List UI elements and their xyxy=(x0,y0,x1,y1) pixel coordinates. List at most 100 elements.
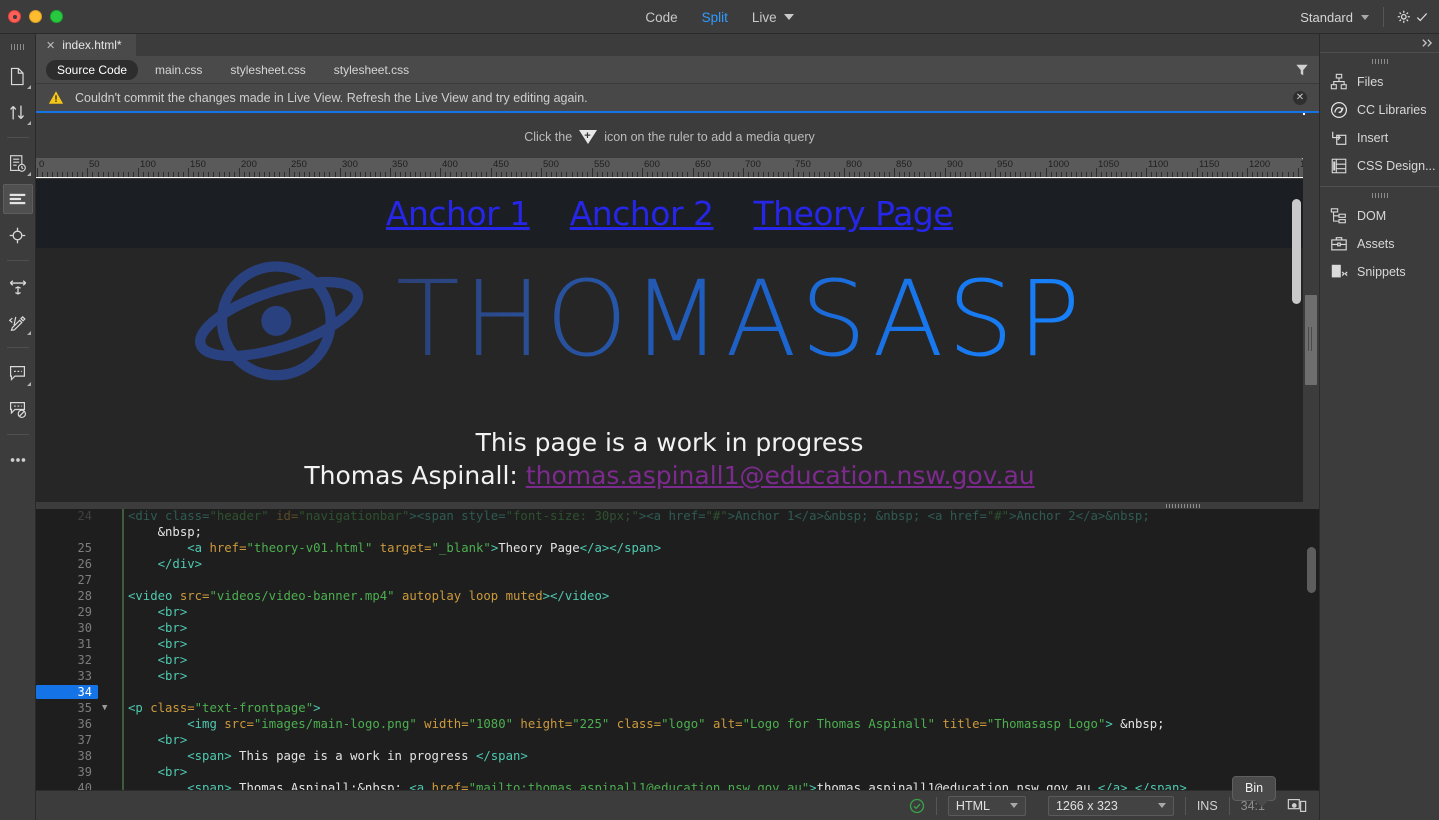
settings-button[interactable] xyxy=(1384,9,1429,26)
code-line-content: <p class="text-frontpage"> xyxy=(128,701,321,715)
device-preview-button[interactable] xyxy=(1276,797,1311,814)
panel-item-insert[interactable]: Insert xyxy=(1320,124,1439,152)
code-line[interactable]: 32 <br> xyxy=(36,653,1319,669)
code-line[interactable]: 37 <br> xyxy=(36,733,1319,749)
code-token: "_blank" xyxy=(431,541,491,555)
ruler-tick-minor xyxy=(471,172,472,177)
panel-item-assets[interactable]: Assets xyxy=(1320,230,1439,258)
code-line[interactable]: 36 <img src="images/main-logo.png" width… xyxy=(36,717,1319,733)
code-editor-splitter[interactable] xyxy=(36,502,1319,509)
left-tool-apply-source-formatting[interactable] xyxy=(3,307,33,337)
ruler-tick-minor xyxy=(1000,172,1001,177)
code-line[interactable]: 35 ▼ <p class="text-frontpage"> xyxy=(36,701,1319,717)
code-scrollbar-thumb[interactable] xyxy=(1307,547,1316,593)
panel-item-snippets[interactable]: Snippets xyxy=(1320,258,1439,286)
ruler-tick-minor xyxy=(924,172,925,177)
ruler-tick-minor xyxy=(52,172,53,177)
ruler-tick-minor xyxy=(294,172,295,177)
code-token: class= xyxy=(150,701,195,715)
close-warning-button[interactable]: ✕ xyxy=(1293,90,1307,105)
panel-group-grip[interactable] xyxy=(1371,193,1388,198)
code-line[interactable]: 25 <a href="theory-v01.html" target="_bl… xyxy=(36,541,1319,557)
page-link-theory-page[interactable]: Theory Page xyxy=(754,194,954,233)
document-tab-index-html[interactable]: ✕ index.html* xyxy=(36,34,136,56)
collapse-panels-button[interactable] xyxy=(1320,34,1439,52)
code-line[interactable]: 38 <span> This page is a work in progres… xyxy=(36,749,1319,765)
related-file-stylesheet-css-2[interactable]: stylesheet.css xyxy=(323,60,420,80)
related-file-stylesheet-css-1[interactable]: stylesheet.css xyxy=(219,60,316,80)
panel-item-cc-libraries[interactable]: CC Libraries xyxy=(1320,96,1439,124)
ruler-label: 450 xyxy=(493,159,509,170)
ruler-label: 100 xyxy=(140,159,156,170)
left-tool-open-documents[interactable] xyxy=(3,61,33,91)
code-line-content: &nbsp; xyxy=(128,525,202,539)
panel-item-dom[interactable]: DOM xyxy=(1320,202,1439,230)
left-tool-live-code[interactable] xyxy=(3,220,33,250)
left-tool-format-source-code[interactable] xyxy=(2,184,33,214)
page-logo: THOMASASP_ xyxy=(36,244,1303,394)
page-link-anchor-2[interactable]: Anchor 2 xyxy=(570,194,714,233)
left-toolbar xyxy=(0,34,36,820)
page-email-link[interactable]: thomas.aspinall1@education.nsw.gov.au xyxy=(526,461,1035,490)
ruler-tick-minor xyxy=(143,172,144,177)
code-line[interactable]: 30 <br> xyxy=(36,621,1319,637)
panel-item-css-designer[interactable]: CSS Design... xyxy=(1320,152,1439,180)
ruler-tick-minor xyxy=(1232,172,1233,177)
ruler-tick-minor xyxy=(400,172,401,177)
left-tool-expand-collapse[interactable] xyxy=(3,271,33,301)
page-scrollbar-thumb[interactable] xyxy=(1292,199,1301,304)
related-file-source-code[interactable]: Source Code xyxy=(46,59,139,80)
left-tool-remove-comment[interactable] xyxy=(3,394,33,424)
code-fold-toggle[interactable]: ▼ xyxy=(102,703,107,713)
code-line[interactable]: 39 <br> xyxy=(36,765,1319,781)
page-headline: This page is a work in progress xyxy=(475,428,864,457)
code-line-number: 25 xyxy=(77,541,92,555)
ruler-tick-minor xyxy=(168,172,169,177)
ruler-tick-minor xyxy=(1005,172,1006,177)
ruler-tick-minor xyxy=(1091,172,1092,177)
code-token: > xyxy=(1105,717,1113,731)
view-mode-split[interactable]: Split xyxy=(702,10,728,25)
left-tool-apply-comment[interactable] xyxy=(3,358,33,388)
code-line[interactable]: 31 <br> xyxy=(36,637,1319,653)
dom-tree-icon xyxy=(1330,207,1348,225)
code-line[interactable]: 40 <span> Thomas Aspinall:&nbsp; <a href… xyxy=(36,781,1319,790)
code-line[interactable]: &nbsp; xyxy=(36,525,1319,541)
code-line[interactable]: 34 xyxy=(36,685,1319,701)
close-icon[interactable]: ✕ xyxy=(46,39,55,52)
validate-markup-button[interactable] xyxy=(898,798,936,814)
filter-related-files-button[interactable] xyxy=(1295,63,1309,77)
ruler-tick-minor xyxy=(521,172,522,177)
view-mode-code[interactable]: Code xyxy=(645,10,677,25)
ruler-tick-minor xyxy=(652,172,653,177)
code-line[interactable]: 27 xyxy=(36,573,1319,589)
workspace-switcher[interactable]: Standard xyxy=(1300,10,1383,25)
left-tool-more[interactable] xyxy=(3,445,33,475)
ruler-tick-minor xyxy=(814,172,815,177)
related-file-main-css[interactable]: main.css xyxy=(144,60,213,80)
ruler-tick-minor xyxy=(985,172,986,177)
view-mode-live[interactable]: Live xyxy=(752,10,794,25)
doc-type-selector[interactable]: HTML xyxy=(947,795,1026,816)
live-view-canvas[interactable]: Anchor 1 Anchor 2 Theory Page THOMASASP_… xyxy=(36,179,1303,502)
code-line[interactable]: 28 <video src="videos/video-banner.mp4" a… xyxy=(36,589,1319,605)
toolbar-grip[interactable] xyxy=(10,44,25,50)
panel-item-files[interactable]: Files xyxy=(1320,68,1439,96)
insert-mode-indicator[interactable]: INS xyxy=(1186,799,1229,813)
ruler-tick-minor xyxy=(77,172,78,177)
code-line[interactable]: 26 </div> xyxy=(36,557,1319,573)
window-size-selector[interactable]: 1266 x 323 xyxy=(1047,795,1174,816)
ruler-tick-minor xyxy=(703,172,704,177)
code-line[interactable]: 24 <div class="header" id="navigationbar"… xyxy=(36,509,1319,525)
code-line[interactable]: 29 <br> xyxy=(36,605,1319,621)
code-line-content: <div class="header" id="navigationbar"><… xyxy=(128,509,1150,523)
left-tool-file-transfer[interactable] xyxy=(3,97,33,127)
document-ruler[interactable]: 0 50 100 150 200 250 300 350 400 450 500 550 600 650 7… xyxy=(36,158,1303,178)
left-tool-file-management[interactable] xyxy=(3,148,33,178)
code-line[interactable]: 33 <br> xyxy=(36,669,1319,685)
panel-group-grip[interactable] xyxy=(1371,59,1388,64)
live-view-scrollbar-thumb[interactable] xyxy=(1305,295,1317,385)
code-token: ><span style= xyxy=(409,509,506,523)
code-editor[interactable]: 24 <div class="header" id="navigationbar"… xyxy=(36,502,1319,790)
page-link-anchor-1[interactable]: Anchor 1 xyxy=(386,194,530,233)
